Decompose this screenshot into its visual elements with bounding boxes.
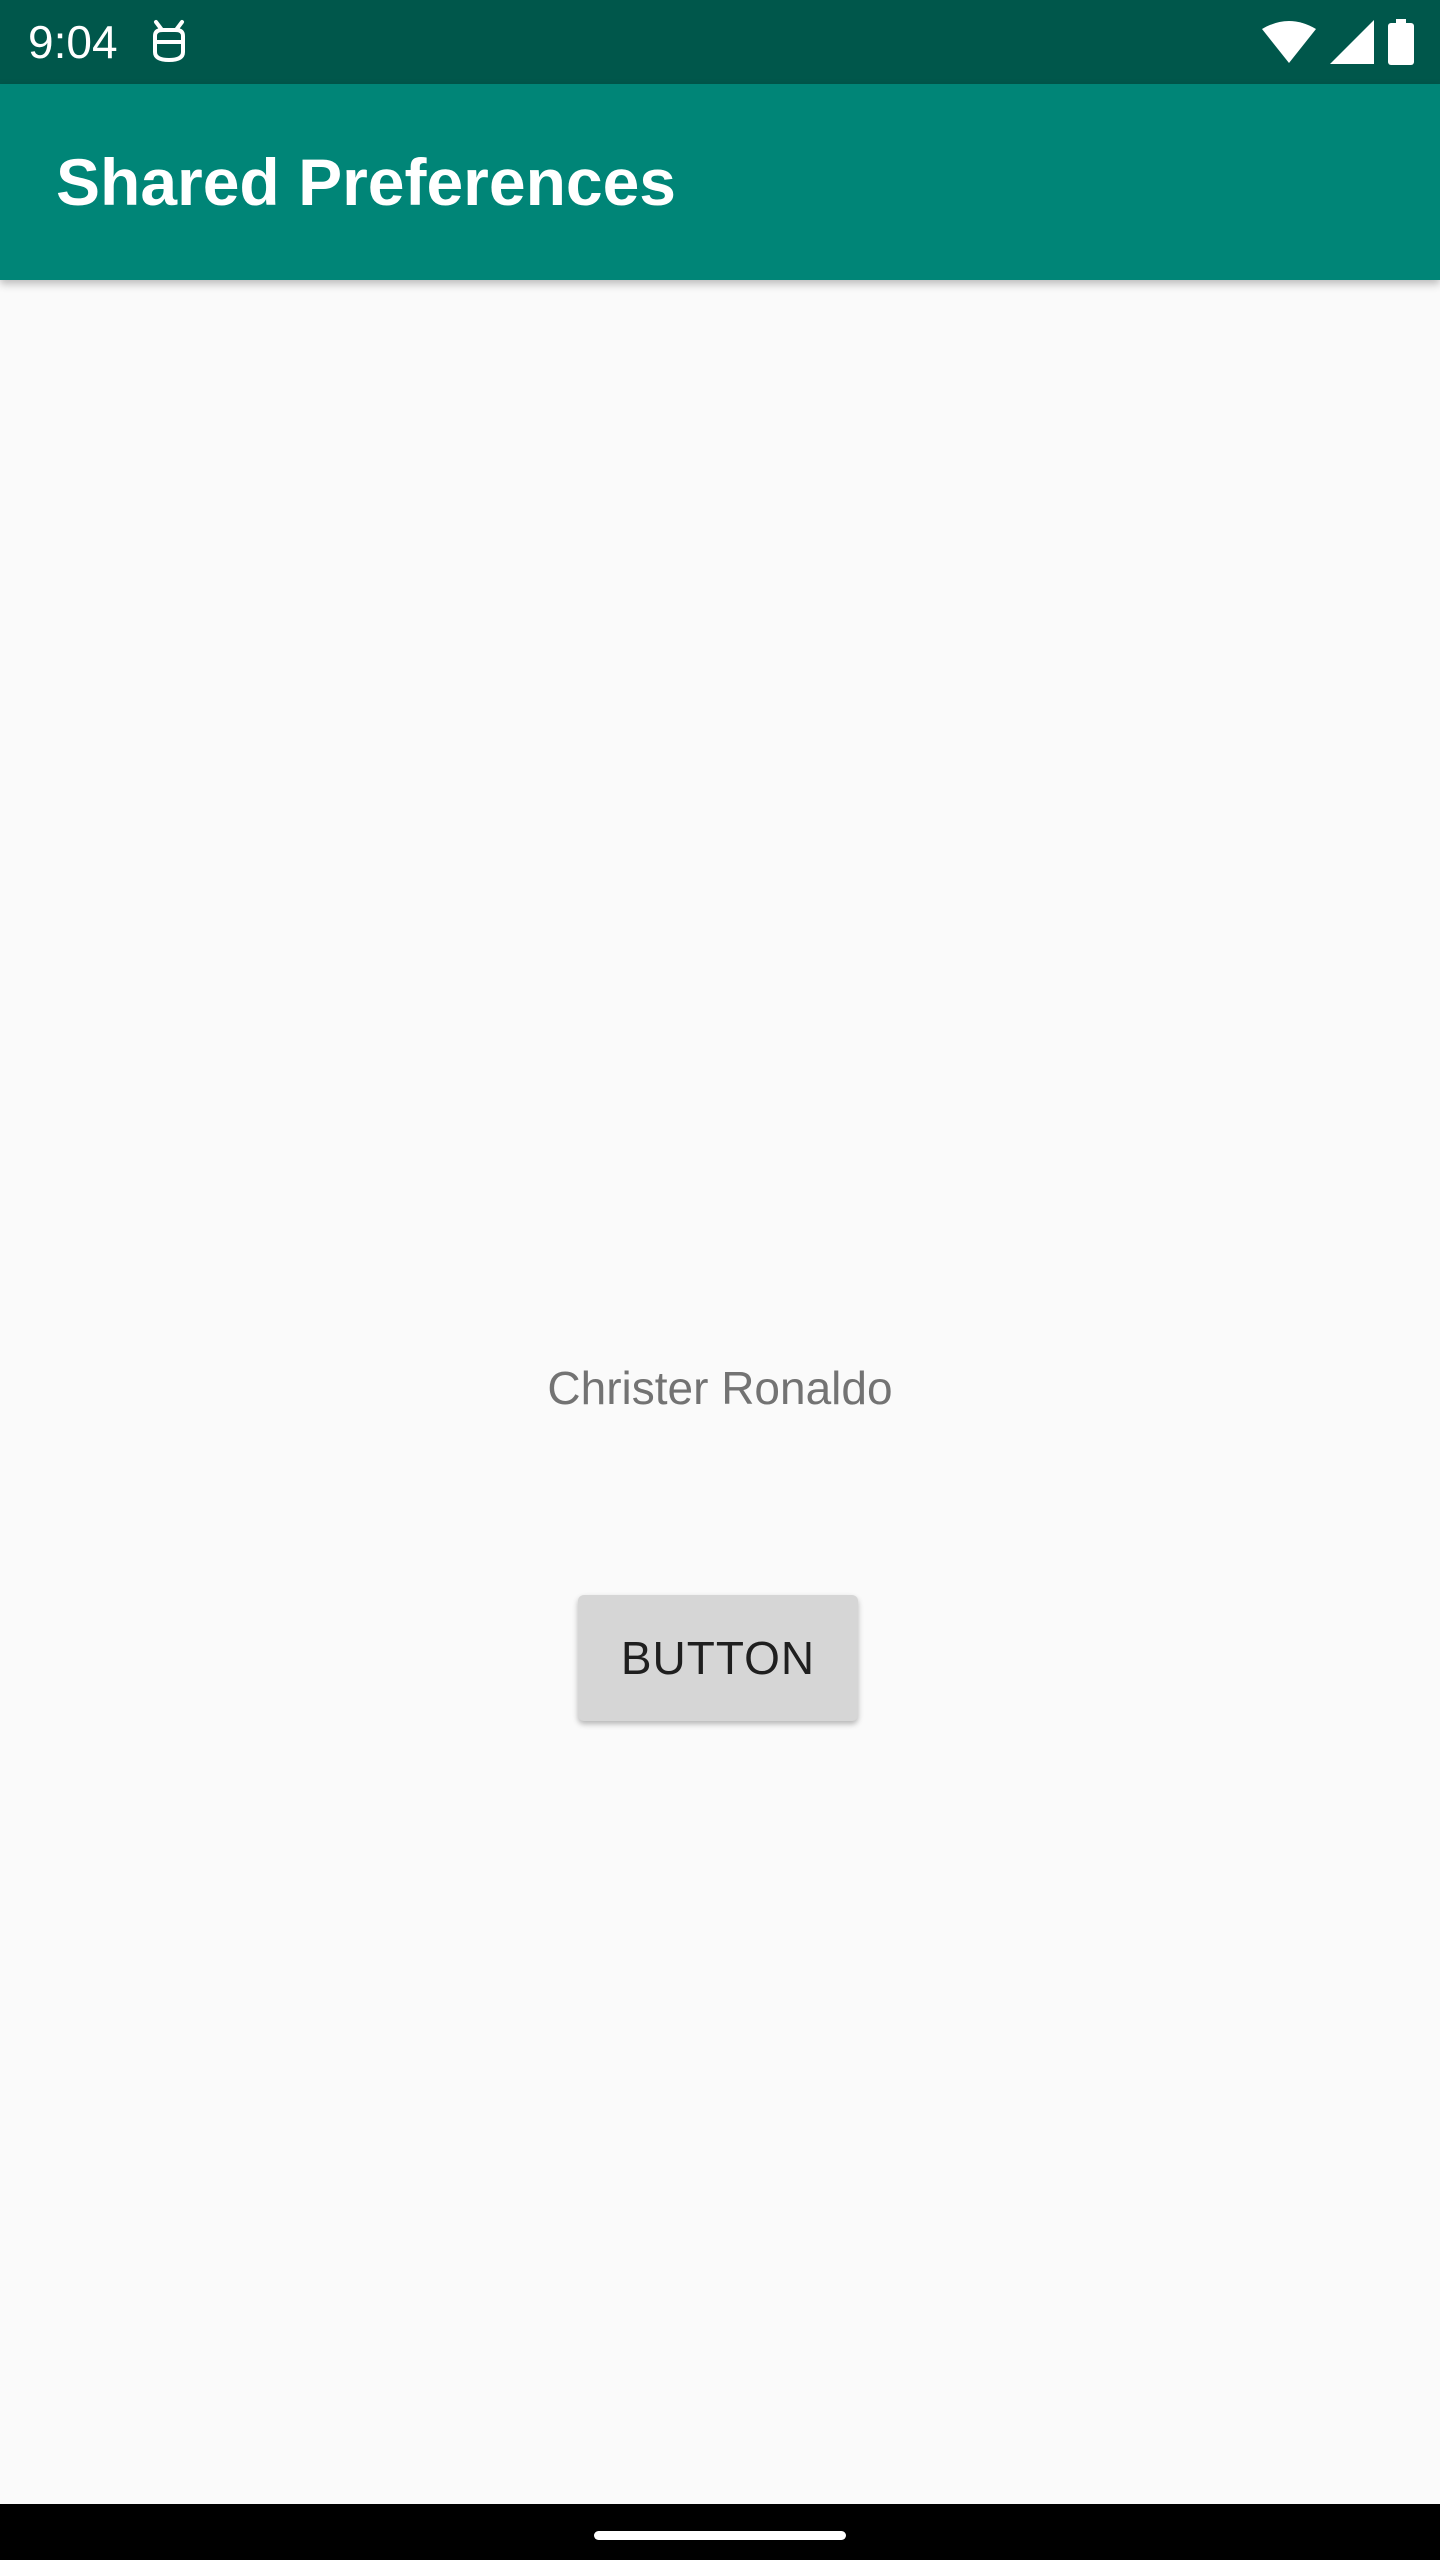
notification-app-icon [150,18,188,64]
name-text: Christer Ronaldo [547,1362,893,1414]
signal-icon [1330,20,1374,64]
main-button[interactable]: BUTTON [578,1595,858,1721]
app-title: Shared Preferences [56,145,677,219]
home-gesture-handle[interactable] [594,2531,846,2540]
wifi-icon [1262,21,1316,63]
battery-icon [1388,19,1414,65]
status-icons [1262,18,1414,66]
app-bar: Shared Preferences [0,84,1440,280]
status-time: 9:04 [28,16,118,68]
status-bar: 9:04 [0,0,1440,84]
main-content: Christer Ronaldo BUTTON [0,280,1440,2504]
app-screen: 9:04 Shared Preferences Christer Ronaldo… [0,0,1440,2560]
